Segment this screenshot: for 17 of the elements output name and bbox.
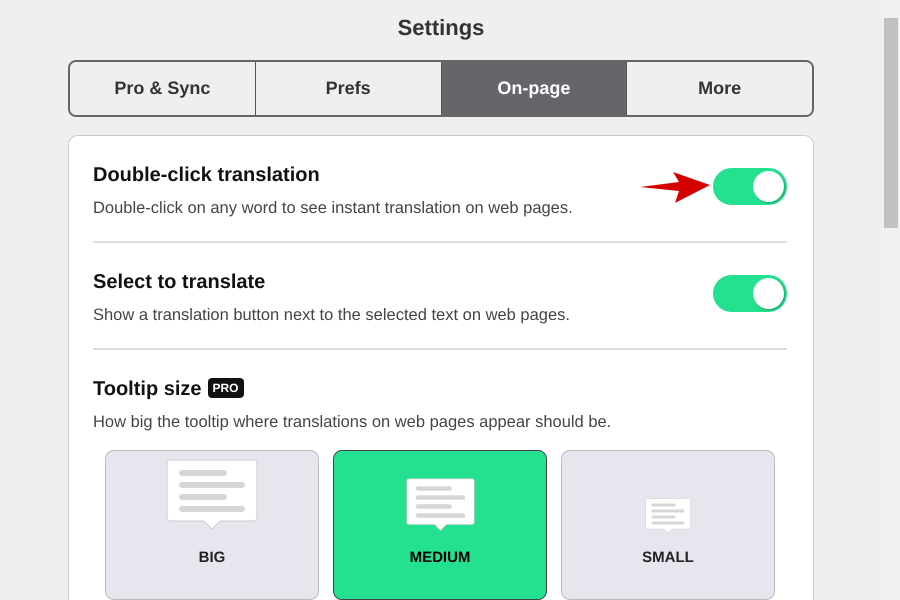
setting-description: Double-click on any word to see instant translation on web pages. (93, 198, 574, 219)
section-title: Tooltip size (93, 378, 202, 400)
size-option[interactable]: SMALL (561, 450, 775, 600)
scrollbar-thumb[interactable] (884, 18, 898, 228)
window-title: Settings (396, 14, 486, 42)
toggle-switch[interactable] (713, 168, 787, 205)
pro-badge: PRO (208, 378, 244, 398)
tab[interactable]: On-page (442, 62, 628, 115)
toggle-switch[interactable] (713, 274, 787, 312)
tab[interactable]: More (627, 62, 812, 115)
setting-title: Double-click translation (93, 163, 321, 188)
size-option[interactable]: BIG (105, 450, 319, 600)
tab[interactable]: Pro & Sync (70, 62, 256, 115)
setting-title: Select to translate (93, 270, 266, 295)
section-description: How big the tooltip where translations on web pages appear should be. (93, 412, 612, 432)
size-option[interactable]: MEDIUM (333, 450, 547, 600)
setting-description: Show a translation button next to the selected text on web pages. (93, 304, 571, 326)
